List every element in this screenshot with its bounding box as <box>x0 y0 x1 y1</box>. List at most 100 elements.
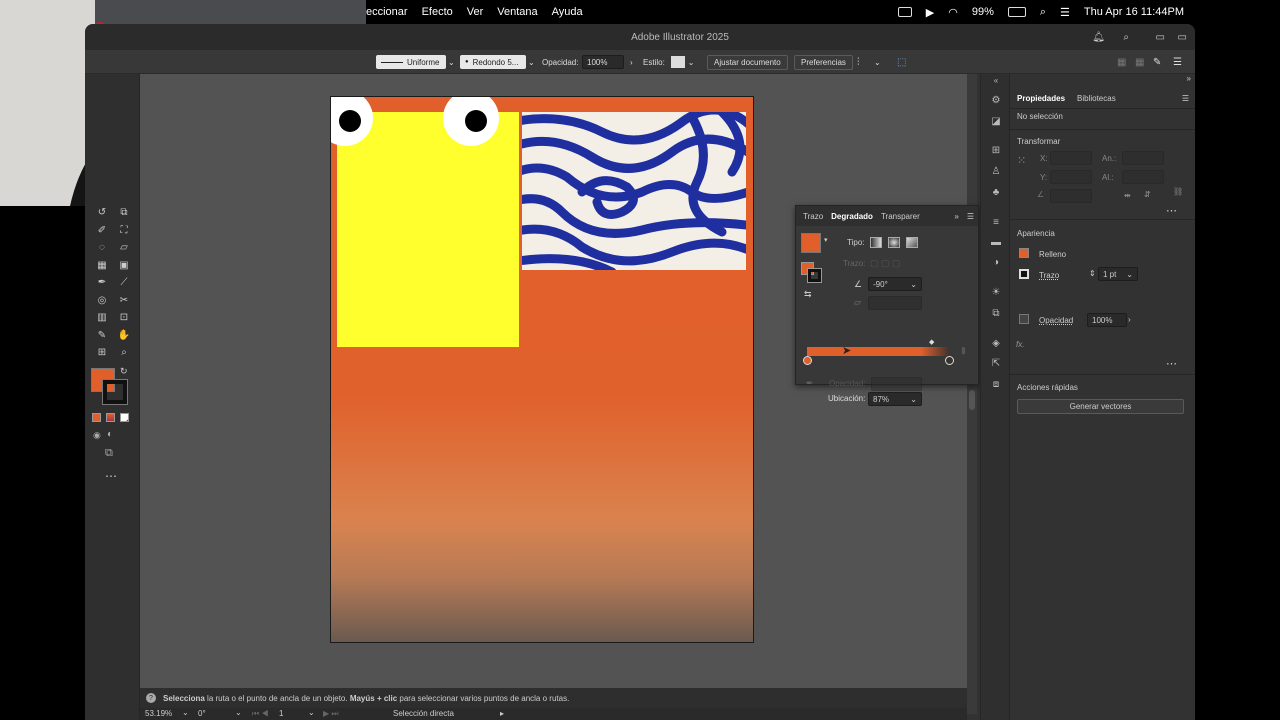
crop-icon[interactable]: ⛶ <box>115 222 133 240</box>
workspace-icon[interactable]: ▭ <box>1156 32 1165 43</box>
left-eye[interactable] <box>331 97 373 146</box>
yellow-rectangle[interactable] <box>331 97 519 347</box>
gradient-mode-swatch[interactable] <box>106 413 115 422</box>
next-artboard-icon[interactable]: ▶ ⏭ <box>323 709 339 719</box>
fx-button[interactable]: fx. <box>1016 340 1024 349</box>
opacity-label[interactable]: Opacidad <box>1039 316 1073 325</box>
flip-horizontal-icon[interactable]: ⇹ <box>1124 191 1131 200</box>
align-tool-icon[interactable]: ⊞ <box>93 344 111 362</box>
draw-mode-icon[interactable]: ◉ <box>93 430 101 441</box>
artboard-number[interactable]: 1 <box>279 709 283 718</box>
arrange-docs-icon[interactable]: ▦ <box>1117 54 1126 70</box>
blend-tool-icon[interactable]: ◎ <box>93 292 111 310</box>
link-proportions-icon[interactable]: ⛓ <box>1173 187 1183 196</box>
color-mode-swatch[interactable] <box>92 413 101 422</box>
panel-layout-icon[interactable]: ▭ <box>1178 32 1187 43</box>
rotate-input[interactable] <box>1050 189 1092 203</box>
notification-bell-icon[interactable]: 🔔︎ <box>1092 32 1105 43</box>
panel-menu-icon[interactable]: ☰ <box>1182 94 1189 103</box>
stroke-profile-dropdown[interactable]: Uniforme ⌄ <box>376 54 455 70</box>
artboard[interactable] <box>330 96 754 643</box>
hand-tool-icon[interactable]: ✋ <box>115 327 133 345</box>
menu-seleccionar[interactable]: eccionar <box>366 6 408 18</box>
swap-colors-icon[interactable]: ↻ <box>120 366 128 377</box>
gradient-slider[interactable] <box>807 347 950 356</box>
pencil-icon[interactable]: ✎ <box>93 327 111 345</box>
none-mode-swatch[interactable] <box>120 413 129 422</box>
stroke-weight-input[interactable]: 1 pt ⌄ <box>1098 267 1138 281</box>
right-eye[interactable] <box>443 97 499 146</box>
stroke-gradient-options[interactable]: ▢ ▢ ▢ <box>870 258 901 269</box>
gradient-stroke-swatch[interactable] <box>807 268 822 283</box>
fill-color-swatch[interactable] <box>1019 248 1029 258</box>
menu-icon[interactable]: ☰ <box>1173 54 1182 70</box>
eyedropper-icon[interactable]: ✒ <box>93 274 111 292</box>
chevron-down-icon[interactable]: ⌄ <box>874 54 881 70</box>
appearance-icon[interactable]: ☀︎ <box>989 286 1003 298</box>
eyedropper-icon[interactable]: ✒ <box>806 378 814 389</box>
tab-transparencia[interactable]: Transparer <box>881 212 920 221</box>
fit-document-button[interactable]: Ajustar documento <box>707 54 788 70</box>
stroke-color-swatch[interactable] <box>1019 269 1029 279</box>
edit-toolbar-icon[interactable]: ⧉ <box>105 447 113 460</box>
chevron-right-icon[interactable]: ▸ <box>500 709 504 718</box>
chevron-right-icon[interactable]: › <box>1128 315 1131 324</box>
libraries-icon[interactable]: ◪ <box>989 115 1003 127</box>
gradient-midpoint-diamond[interactable]: ◆ <box>929 338 934 346</box>
reverse-gradient-icon[interactable]: ⇆ <box>804 289 812 300</box>
tab-trazo[interactable]: Trazo <box>803 212 823 221</box>
opacity-label[interactable]: Opacidad: <box>542 58 578 67</box>
spotlight-search-icon[interactable]: ⌕ <box>1040 6 1046 19</box>
recolor-icon[interactable]: ⬚ <box>897 54 906 70</box>
angle-input[interactable]: -90° ⌄ <box>868 277 922 291</box>
help-icon[interactable]: ? <box>146 693 156 703</box>
panel-menu-icon[interactable]: ☰ <box>967 212 974 221</box>
stroke-label[interactable]: Trazo <box>1039 271 1059 280</box>
expand-icon[interactable]: » <box>954 212 958 221</box>
brush-dropdown[interactable]: ● Redondo 5... ⌄ <box>460 54 535 70</box>
play-icon[interactable]: ▶ <box>926 6 934 19</box>
gradient-tool-icon[interactable]: ▣ <box>115 257 133 275</box>
chevron-down-icon[interactable]: ⌄ <box>688 58 695 67</box>
properties-icon[interactable]: ⚙︎ <box>989 94 1003 106</box>
control-center-icon[interactable]: ☰ <box>1060 6 1070 19</box>
brush-tool-icon[interactable]: ✐ <box>93 222 111 240</box>
chevron-down-icon[interactable]: ⌄ <box>182 708 189 717</box>
display-icon[interactable] <box>897 7 912 17</box>
gradient-stop-start[interactable] <box>803 356 812 365</box>
align-panel-icon[interactable]: ♙ <box>989 165 1003 177</box>
opacity-input[interactable]: 100% <box>1087 313 1127 327</box>
lasso-icon[interactable]: ◌ <box>93 239 111 257</box>
grid-icon[interactable]: ▦ <box>1135 54 1144 70</box>
style-swatch[interactable] <box>670 56 685 68</box>
shaper-tool-icon[interactable]: ▱ <box>115 239 133 257</box>
x-input[interactable] <box>1050 151 1092 165</box>
zoom-level[interactable]: 53.19% <box>145 709 172 718</box>
stroke-swatch[interactable] <box>102 379 128 405</box>
graphic-styles-icon[interactable]: ⧉ <box>989 307 1003 319</box>
radial-gradient-icon[interactable] <box>888 237 900 248</box>
first-artboard-icon[interactable]: ⏮ ◀ <box>252 709 269 719</box>
flip-vertical-icon[interactable]: ⇵ <box>1144 190 1151 199</box>
menu-ventana[interactable]: Ventana <box>497 6 537 18</box>
chevron-down-icon[interactable]: ⌄ <box>308 708 315 717</box>
preferences-button[interactable]: Preferencias <box>794 54 853 70</box>
zebra-pattern-image[interactable] <box>522 112 746 270</box>
rotation-value[interactable]: 0° <box>198 709 206 718</box>
opacity-input[interactable]: 100% › <box>582 54 633 70</box>
mesh-tool-icon[interactable]: ▦ <box>93 257 111 275</box>
search-icon[interactable]: ⌕ <box>1123 32 1129 43</box>
graph-tool-icon[interactable]: ▥ <box>93 309 111 327</box>
reference-point-icon[interactable]: ⁙ <box>1017 154 1026 167</box>
more-options-icon[interactable]: ⋯ <box>1166 204 1177 217</box>
align-icon[interactable]: ⫶ <box>857 54 860 70</box>
layers-icon[interactable]: ◈ <box>989 337 1003 349</box>
aspect-ratio-input[interactable] <box>868 296 922 310</box>
stroke-panel-icon[interactable]: ≡ <box>989 216 1003 228</box>
artboard-tool-icon[interactable]: ⧉ <box>115 204 133 222</box>
delete-stop-icon[interactable]: ▮ <box>961 345 966 356</box>
chevron-down-icon[interactable]: ⌄ <box>235 708 242 717</box>
location-input[interactable]: 87% ⌄ <box>868 392 922 406</box>
freeform-gradient-icon[interactable] <box>906 237 918 248</box>
gradient-panel-icon[interactable]: ▬ <box>989 236 1003 248</box>
